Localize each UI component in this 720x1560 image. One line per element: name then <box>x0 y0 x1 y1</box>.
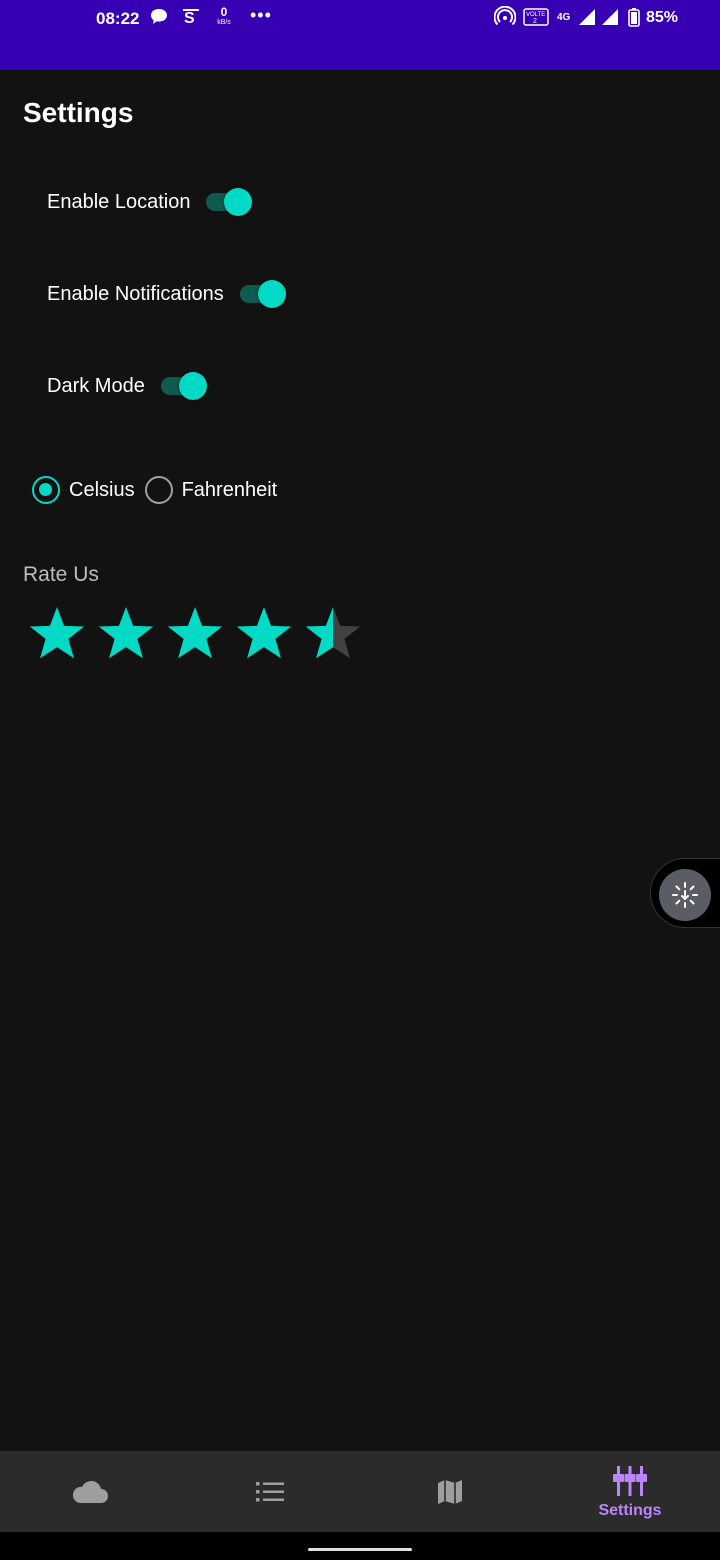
gesture-navigation-area <box>0 1532 720 1560</box>
rating-star[interactable] <box>305 607 361 659</box>
rating-bar[interactable] <box>26 604 371 666</box>
svg-text:2: 2 <box>533 18 537 25</box>
dark-mode-switch[interactable] <box>160 370 209 402</box>
switch-thumb <box>224 188 253 216</box>
switch-thumb <box>257 280 286 308</box>
page-title: Settings <box>23 97 134 128</box>
nav-item-weather[interactable] <box>0 1451 180 1532</box>
radio-option-fahrenheit[interactable]: Fahrenheit <box>144 476 278 504</box>
location-switch[interactable] <box>206 186 254 218</box>
volte-icon: VOLTE 2 <box>523 6 549 35</box>
network-type-icon: 4G <box>557 12 571 23</box>
data-speed-indicator: 0 kB/s <box>213 6 235 27</box>
toggle-row-location: Enable Location <box>47 182 254 222</box>
rate-us-label: Rate Us <box>23 563 99 586</box>
chat-bubble-icon <box>149 6 169 35</box>
radio-label-fahrenheit: Fahrenheit <box>181 478 278 501</box>
nav-item-map[interactable] <box>360 1451 540 1532</box>
temperature-unit-radio-group: Celsius Fahrenheit <box>32 475 287 505</box>
list-icon <box>256 1481 284 1501</box>
radio-selected-dot <box>39 483 52 496</box>
map-icon <box>438 1479 462 1504</box>
rating-star[interactable] <box>98 607 154 659</box>
radio-label-celsius: Celsius <box>69 478 135 501</box>
toggle-label-notifications: Enable Notifications <box>47 282 224 305</box>
floating-assistant-button[interactable] <box>650 858 720 928</box>
more-notifications-icon: ••• <box>250 5 272 25</box>
toggle-row-dark-mode: Dark Mode <box>47 366 209 406</box>
signal-2-icon <box>600 6 620 35</box>
hotspot-icon <box>493 5 517 35</box>
rating-star[interactable] <box>29 607 85 659</box>
s-app-icon: S <box>182 6 202 35</box>
battery-icon <box>627 6 641 35</box>
rating-star[interactable] <box>167 607 223 659</box>
assistant-touch-icon <box>659 869 711 921</box>
home-gesture-bar[interactable] <box>308 1548 412 1551</box>
data-speed-value: 0 <box>220 5 228 19</box>
notifications-switch[interactable] <box>239 278 288 310</box>
toggle-row-notifications: Enable Notifications <box>47 274 288 314</box>
toggle-label-location: Enable Location <box>47 190 191 213</box>
bottom-navigation: Settings <box>0 1451 720 1532</box>
status-bar: 08:22 S 0 kB/s ••• VOLTE 2 4G 85% <box>0 0 720 70</box>
switch-thumb <box>178 372 207 400</box>
nav-label-settings: Settings <box>598 1501 662 1519</box>
data-speed-unit: kB/s <box>217 19 231 26</box>
nav-item-list[interactable] <box>180 1451 360 1532</box>
rating-star[interactable] <box>236 607 292 659</box>
radio-button-fahrenheit[interactable] <box>144 476 173 504</box>
radio-button-celsius[interactable] <box>32 476 60 504</box>
battery-percent: 85% <box>646 9 679 26</box>
settings-sliders-icon <box>613 1465 647 1496</box>
nav-item-settings[interactable]: Settings <box>540 1451 720 1532</box>
svg-text:S: S <box>184 10 195 27</box>
status-time: 08:22 <box>96 9 140 28</box>
toggle-label-dark-mode: Dark Mode <box>47 374 145 397</box>
signal-1-icon <box>577 6 597 35</box>
radio-option-celsius[interactable]: Celsius <box>32 476 135 504</box>
cloud-icon <box>72 1480 108 1503</box>
